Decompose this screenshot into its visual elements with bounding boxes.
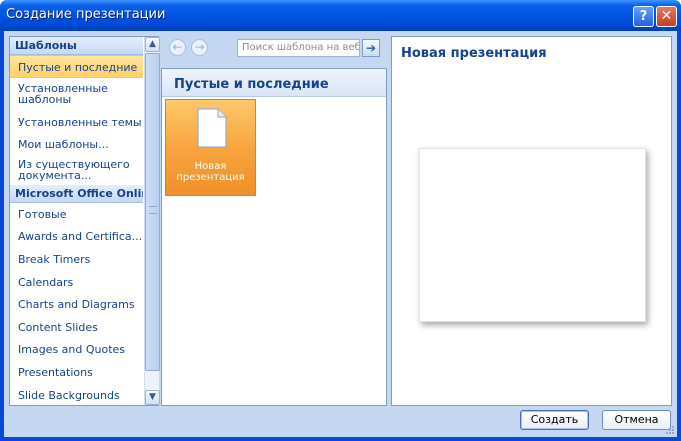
section-title: Пустые и последние xyxy=(174,77,329,92)
templates-section-header: Пустые и последние xyxy=(162,69,386,97)
online-item-charts-diagrams[interactable]: Charts and Diagrams xyxy=(10,293,143,316)
scroll-up-icon[interactable]: ▲ xyxy=(145,37,160,52)
category-scrollbar[interactable]: ▲ ▼ xyxy=(144,37,160,405)
category-item-my-templates[interactable]: Мои шаблоны... xyxy=(10,133,143,156)
online-item-slide-backgrounds[interactable]: Slide Backgrounds xyxy=(10,384,143,405)
close-button[interactable]: ✕ xyxy=(656,6,677,27)
online-item-awards[interactable]: Awards and Certifica... xyxy=(10,225,143,248)
online-header: Microsoft Office Online xyxy=(10,184,143,203)
new-presentation-tile[interactable]: Новая презентация xyxy=(165,99,256,196)
scroll-thumb[interactable] xyxy=(145,53,160,371)
template-search-input[interactable]: Поиск шаблона на веб xyxy=(237,39,360,57)
category-list: Шаблоны Пустые и последние Установленные… xyxy=(10,37,143,405)
title-bar[interactable]: Создание презентации ? ✕ xyxy=(0,0,681,31)
cancel-button[interactable]: Отмена xyxy=(602,410,671,430)
slide-preview xyxy=(419,148,646,322)
templates-pane: Пустые и последние Новая презентация xyxy=(161,68,387,406)
online-item-content-slides[interactable]: Content Slides xyxy=(10,316,143,339)
tile-label: Новая презентация xyxy=(166,161,255,183)
back-arrow-icon[interactable]: ← xyxy=(169,39,186,56)
preview-pane: Новая презентация xyxy=(391,36,672,406)
online-item-images-quotes[interactable]: Images and Quotes xyxy=(10,338,143,361)
tile-label-line2: презентация xyxy=(176,172,245,183)
online-item-break-timers[interactable]: Break Timers xyxy=(10,248,143,271)
forward-arrow-icon[interactable]: → xyxy=(191,39,208,56)
category-item-installed-templates[interactable]: Установленные шаблоны xyxy=(10,78,143,111)
tile-label-line1: Новая xyxy=(194,161,227,172)
search-go-icon[interactable]: ➔ xyxy=(362,39,380,57)
online-item-featured[interactable]: Готовые xyxy=(10,203,143,226)
category-item-from-existing[interactable]: Из существующего документа... xyxy=(10,156,143,185)
dialog-client: Шаблоны Пустые и последние Установленные… xyxy=(4,31,677,437)
thumb-grip-icon xyxy=(149,206,157,214)
online-item-calendars[interactable]: Calendars xyxy=(10,271,143,294)
dialog-window: Создание презентации ? ✕ Шаблоны Пустые … xyxy=(0,0,681,441)
resize-grip-icon[interactable] xyxy=(665,425,675,435)
blank-document-icon xyxy=(197,108,227,148)
category-item-blank-recent[interactable]: Пустые и последние xyxy=(10,55,143,78)
online-item-presentations[interactable]: Presentations xyxy=(10,361,143,384)
category-item-installed-themes[interactable]: Установленные темы xyxy=(10,111,143,134)
category-pane: Шаблоны Пустые и последние Установленные… xyxy=(9,36,160,406)
help-button[interactable]: ? xyxy=(633,6,654,27)
scroll-down-icon[interactable]: ▼ xyxy=(145,390,160,405)
create-button[interactable]: Создать xyxy=(520,410,589,430)
window-title: Создание презентации xyxy=(6,7,166,22)
templates-header: Шаблоны xyxy=(10,37,143,55)
navigation-bar: ← → Поиск шаблона на веб ➔ xyxy=(165,36,387,61)
preview-title: Новая презентация xyxy=(401,46,547,61)
